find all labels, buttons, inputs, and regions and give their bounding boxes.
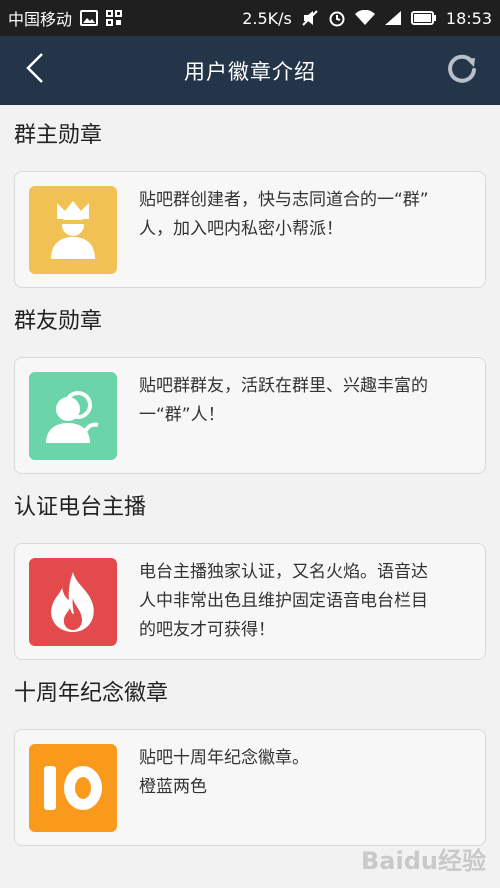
back-button[interactable]: [18, 53, 52, 87]
baidu-watermark: Baidu经验: [361, 847, 486, 875]
badge-description: 贴吧群创建者，快与志同道合的一“群” 人，加入吧内私密小帮派！: [139, 186, 469, 244]
badge-description: 贴吧十周年纪念徽章。 橙蓝两色: [139, 744, 469, 802]
section-title-radio-host: 认证电台主播: [14, 495, 147, 520]
description-line: 电台主播独家认证，又名火焰。语音达: [139, 562, 428, 582]
alarm-icon: [328, 9, 346, 27]
section-title-group-member: 群友勋章: [14, 309, 103, 334]
refresh-icon: [445, 51, 479, 89]
description-line: 贴吧群创建者，快与志同道合的一“群”: [139, 190, 429, 210]
carrier-label: 中国移动: [8, 10, 73, 29]
description-line: 的吧友才可获得！: [139, 620, 275, 640]
clock-label: 18:53: [445, 8, 492, 28]
crown-person-icon: [29, 186, 117, 274]
grid-icon: [106, 10, 123, 26]
nav-bar: 用户徽章介绍: [0, 36, 500, 105]
chevron-left-icon: [25, 52, 45, 88]
battery-icon: [410, 11, 437, 25]
page-title: 用户徽章介绍: [184, 59, 316, 84]
badge-card-group-member: 贴吧群群友，活跃在群里、兴趣丰富的 一“群”人！: [14, 357, 486, 474]
network-speed-label: 2.5K/s: [242, 8, 292, 28]
section-title-tenth-anniversary: 十周年纪念徽章: [14, 681, 169, 706]
description-line: 一“群”人！: [139, 405, 225, 425]
group-people-icon: [29, 372, 117, 460]
refresh-button[interactable]: [444, 52, 480, 88]
mute-icon: [301, 9, 319, 27]
badge-card-group-owner: 贴吧群创建者，快与志同道合的一“群” 人，加入吧内私密小帮派！: [14, 171, 486, 288]
badge-card-radio-host: 电台主播独家认证，又名火焰。语音达 人中非常出色且维护固定语音电台栏目 的吧友才…: [14, 543, 486, 660]
status-bar: 中国移动 2.5K/s 18:53: [0, 0, 500, 36]
badge-description: 电台主播独家认证，又名火焰。语音达 人中非常出色且维护固定语音电台栏目 的吧友才…: [139, 558, 469, 645]
description-line: 人中非常出色且维护固定语音电台栏目: [139, 591, 428, 611]
description-line: 贴吧十周年纪念徽章。: [139, 748, 309, 768]
badge-description: 贴吧群群友，活跃在群里、兴趣丰富的 一“群”人！: [139, 372, 469, 430]
description-line: 橙蓝两色: [139, 777, 207, 797]
signal-icon: [384, 10, 402, 26]
wifi-icon: [354, 10, 375, 26]
description-line: 贴吧群群友，活跃在群里、兴趣丰富的: [139, 376, 428, 396]
section-title-group-owner: 群主勋章: [14, 123, 103, 148]
badge-card-tenth-anniversary: 贴吧十周年纪念徽章。 橙蓝两色: [14, 729, 486, 846]
description-line: 人，加入吧内私密小帮派！: [139, 219, 343, 239]
flame-icon: [29, 558, 117, 646]
image-icon: [80, 10, 99, 26]
ten-anniversary-icon: [29, 744, 117, 832]
